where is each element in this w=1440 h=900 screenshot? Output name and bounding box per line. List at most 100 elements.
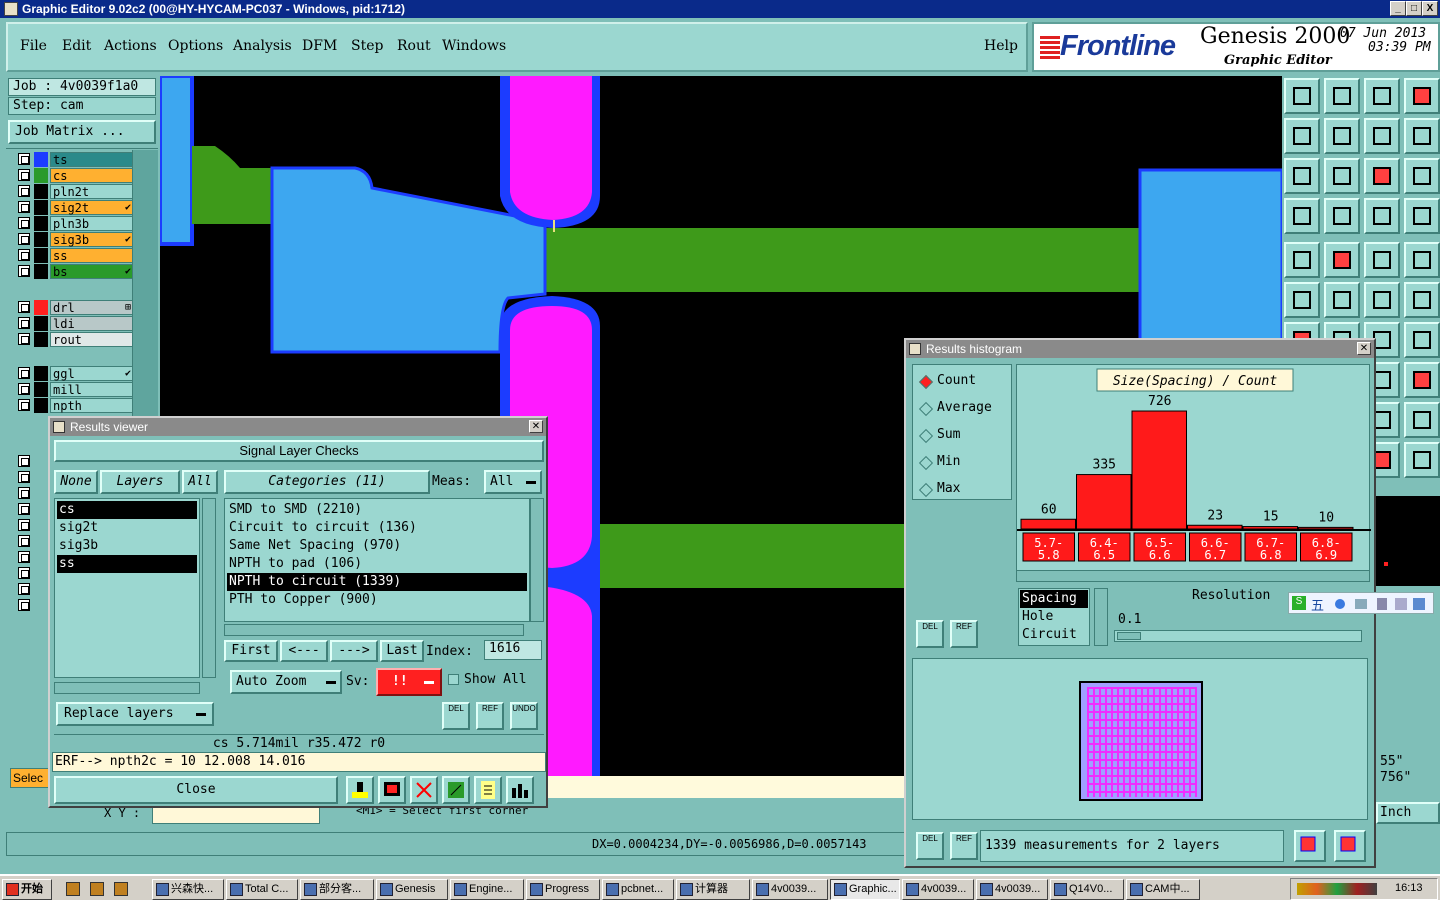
histogram-ref-button[interactable]: REF <box>950 620 978 648</box>
last-button[interactable]: Last <box>380 640 424 662</box>
quick-2-icon[interactable] <box>90 882 104 896</box>
mode-option-max[interactable]: Max <box>913 481 1011 501</box>
categories-button[interactable]: Categories (11) <box>224 470 430 494</box>
layer-checkbox[interactable] <box>18 249 30 261</box>
index-input[interactable]: 1616 <box>484 640 542 660</box>
taskbar-item[interactable]: Total C... <box>226 879 298 900</box>
layer-list-hscroll[interactable] <box>54 682 200 694</box>
measure-type-list[interactable]: Spacing Hole Circuit <box>1018 588 1090 646</box>
ime-wrench-icon[interactable] <box>1413 598 1425 610</box>
tool-button[interactable] <box>1324 118 1360 154</box>
tool-button[interactable] <box>1404 402 1440 438</box>
category-scrollbar[interactable] <box>530 498 544 622</box>
minimize-button[interactable]: _ <box>1390 1 1406 16</box>
radio-icon[interactable] <box>918 401 934 417</box>
meas-dropdown[interactable]: All <box>484 470 542 494</box>
layer-result-list[interactable]: cs sig2t sig3b ss <box>54 498 200 678</box>
tool-button[interactable] <box>1404 78 1440 114</box>
tool-button[interactable] <box>1404 158 1440 194</box>
layer-row-sig2t[interactable]: sig2t ✔ <box>16 200 136 215</box>
histogram-close-icon[interactable]: ✕ <box>1357 342 1371 355</box>
taskbar-item[interactable]: pcbnet... <box>602 879 674 900</box>
layer-checkbox[interactable] <box>18 333 30 345</box>
auto-zoom-dropdown[interactable]: Auto Zoom <box>230 670 342 694</box>
radio-icon[interactable] <box>918 428 934 444</box>
type-item[interactable]: Hole <box>1020 608 1088 626</box>
tool-button[interactable] <box>1284 158 1320 194</box>
preview-ref-button[interactable]: REF <box>950 832 978 860</box>
undo-button[interactable]: UNDO <box>510 702 538 730</box>
del-button[interactable]: DEL <box>442 702 470 730</box>
layer-row-empty[interactable] <box>16 566 44 581</box>
layer-checkbox[interactable] <box>18 301 30 313</box>
taskbar-item[interactable]: 4v0039... <box>976 879 1048 900</box>
taskbar-item[interactable]: 部分客... <box>300 879 374 900</box>
histogram-bar[interactable] <box>1298 526 1354 530</box>
layer-row-ts[interactable]: ts <box>16 152 136 167</box>
category-item[interactable]: NPTH to pad (106) <box>227 555 527 573</box>
severity-dropdown[interactable]: !! <box>376 668 442 696</box>
ime-toolbar[interactable]: S 五 <box>1288 592 1434 614</box>
menu-rout[interactable]: Rout <box>397 38 431 54</box>
mode-option-min[interactable]: Min <box>913 454 1011 474</box>
select-indicator[interactable]: Selec <box>10 768 50 788</box>
histogram-tool-button[interactable] <box>346 776 374 804</box>
layer-checkbox[interactable] <box>18 471 30 483</box>
layer-row-cs[interactable]: cs <box>16 168 136 183</box>
layer-row-empty[interactable] <box>16 470 44 485</box>
tool-button[interactable] <box>1404 442 1440 478</box>
tool-button[interactable] <box>1324 158 1360 194</box>
tool-button[interactable] <box>1284 78 1320 114</box>
histogram-del-button[interactable]: DEL <box>916 620 944 648</box>
layer-checkbox[interactable] <box>18 233 30 245</box>
mode-option-count[interactable]: Count <box>913 373 1011 393</box>
category-item[interactable]: PTH to Copper (900) <box>227 591 527 609</box>
tool-button[interactable] <box>1324 242 1360 278</box>
result-layer-item[interactable]: cs <box>57 501 197 519</box>
layer-row-ldi[interactable]: ldi <box>16 316 136 331</box>
next-button[interactable]: ---> <box>330 640 378 662</box>
layer-checkbox[interactable] <box>18 383 30 395</box>
menu-dfm[interactable]: DFM <box>302 38 337 54</box>
quick-3-icon[interactable] <box>114 882 128 896</box>
taskbar-item[interactable]: 4v0039... <box>902 879 974 900</box>
tool-button[interactable] <box>1364 118 1400 154</box>
taskbar-item[interactable]: 4v0039... <box>752 879 828 900</box>
fit-window-button[interactable] <box>1334 830 1366 862</box>
tool-button[interactable] <box>1364 282 1400 318</box>
result-layer-item[interactable]: sig2t <box>57 519 197 537</box>
result-layer-item[interactable]: ss <box>57 555 197 573</box>
ime-mode[interactable]: 五 <box>1311 595 1324 614</box>
taskbar-item[interactable]: CAM中... <box>1126 879 1200 900</box>
radio-icon[interactable] <box>918 374 934 390</box>
menu-help[interactable]: Help <box>984 38 1018 54</box>
histogram-bar[interactable] <box>1242 526 1298 530</box>
layer-row-rout[interactable]: rout <box>16 332 136 347</box>
layers-button[interactable]: Layers <box>100 470 180 494</box>
type-list-scrollbar[interactable] <box>1094 588 1108 646</box>
preview-del-button[interactable]: DEL <box>916 832 944 860</box>
chart-button[interactable] <box>506 776 534 804</box>
layer-row-ss[interactable]: ss <box>16 248 136 263</box>
taskbar-item[interactable]: Genesis <box>376 879 448 900</box>
tray-icons[interactable] <box>1297 883 1377 895</box>
sogou-icon[interactable]: S <box>1292 596 1306 610</box>
prev-button[interactable]: <--- <box>280 640 328 662</box>
none-button[interactable]: None <box>54 470 98 494</box>
layer-row-npth[interactable]: npth <box>16 398 136 413</box>
tool-button[interactable] <box>1284 198 1320 234</box>
tool-button[interactable] <box>1324 282 1360 318</box>
layer-row-bs[interactable]: bs ✔ <box>16 264 136 279</box>
screenshot-button[interactable] <box>378 776 406 804</box>
menu-analysis[interactable]: Analysis <box>233 38 292 54</box>
tool-button[interactable] <box>1284 282 1320 318</box>
layer-row-empty[interactable] <box>16 534 44 549</box>
tool-button[interactable] <box>1364 78 1400 114</box>
menu-edit[interactable]: Edit <box>62 38 91 54</box>
category-item[interactable]: Same Net Spacing (970) <box>227 537 527 555</box>
radio-icon[interactable] <box>918 455 934 471</box>
layer-checkbox[interactable] <box>18 185 30 197</box>
histogram-bar[interactable] <box>1131 410 1187 530</box>
layer-checkbox[interactable] <box>18 399 30 411</box>
ref-button[interactable]: REF <box>476 702 504 730</box>
